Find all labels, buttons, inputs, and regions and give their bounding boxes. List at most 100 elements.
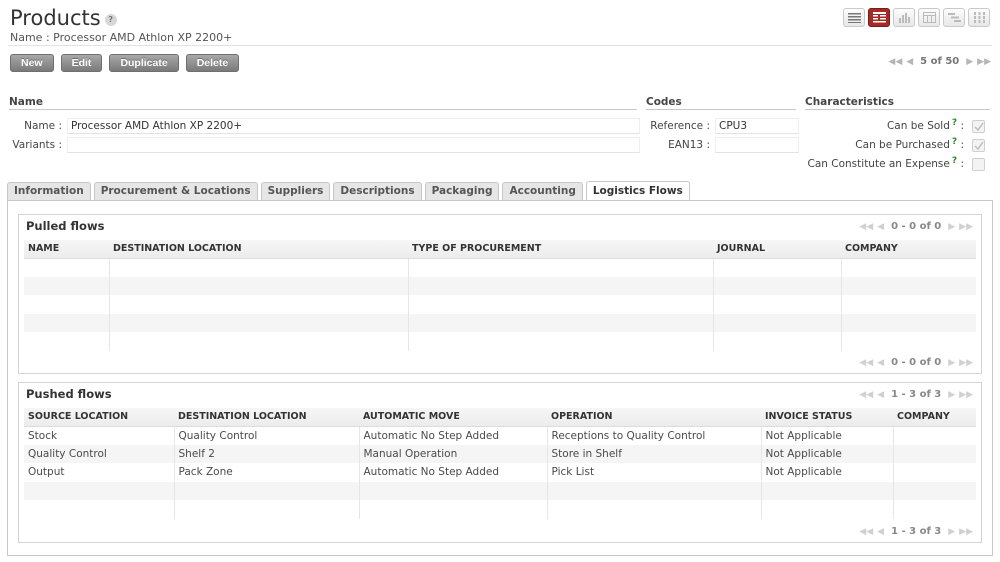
can-be-sold-checkbox[interactable]	[972, 120, 985, 133]
name-field[interactable]: Processor AMD Athlon XP 2200+	[67, 118, 640, 134]
list-icon[interactable]	[843, 8, 865, 27]
table-cell: Pick List	[547, 463, 762, 482]
table-cell: Quality Control	[24, 444, 175, 463]
can-be-purchased-label: Can be Purchased? :	[780, 137, 964, 151]
next-page-icon[interactable]: ▶	[966, 57, 973, 67]
kanban-icon[interactable]	[968, 8, 990, 27]
table-header-row: SOURCE LOCATION DESTINATION LOCATION AUT…	[24, 408, 976, 427]
pulled-pager-value: 0 - 0 of 0	[891, 221, 942, 232]
reference-field[interactable]: CPU3	[715, 118, 799, 134]
table-cell: Shelf 2	[174, 444, 360, 463]
next-page-icon[interactable]: ▶	[948, 390, 955, 400]
column-header[interactable]: AUTOMATIC MOVE	[359, 408, 547, 427]
help-mark-icon[interactable]: ?	[952, 118, 957, 128]
first-page-icon[interactable]: ◀◀	[859, 222, 873, 232]
prev-page-icon[interactable]: ◀	[877, 222, 884, 232]
next-page-icon[interactable]: ▶	[948, 527, 955, 537]
can-constitute-expense-label: Can Constitute an Expense? :	[780, 156, 964, 170]
pulled-pager-value: 0 - 0 of 0	[891, 357, 942, 368]
table-cell: Output	[24, 463, 175, 482]
can-constitute-expense-checkbox[interactable]	[972, 158, 985, 171]
column-header[interactable]: NAME	[24, 240, 109, 259]
table-cell: Not Applicable	[761, 444, 894, 463]
calendar-icon[interactable]	[918, 8, 940, 27]
help-mark-icon[interactable]: ?	[952, 137, 957, 147]
column-header[interactable]: COMPANY	[841, 240, 976, 259]
last-page-icon[interactable]: ▶▶	[959, 390, 973, 400]
page-title: Products	[10, 6, 101, 30]
tab-logistics-flows[interactable]: Logistics Flows	[585, 181, 690, 200]
table-cell: Manual Operation	[359, 444, 548, 463]
empty-row	[24, 332, 976, 351]
form-icon[interactable]	[868, 8, 890, 27]
column-header[interactable]: TYPE OF PROCUREMENT	[408, 240, 713, 259]
pushed-pager-top: ◀◀ ◀ 1 - 3 of 3 ▶ ▶▶	[859, 389, 973, 400]
graph-icon[interactable]	[893, 8, 915, 27]
table-cell	[893, 463, 976, 482]
header-divider	[8, 45, 992, 46]
column-header[interactable]: COMPANY	[893, 408, 976, 427]
prev-page-icon[interactable]: ◀	[877, 390, 884, 400]
tab-information[interactable]: Information	[7, 182, 91, 200]
gantt-icon[interactable]	[943, 8, 965, 27]
first-page-icon[interactable]: ◀◀	[859, 527, 873, 537]
column-header[interactable]: INVOICE STATUS	[761, 408, 893, 427]
duplicate-button[interactable]: Duplicate	[109, 54, 179, 72]
pulled-pager-bottom: ◀◀ ◀ 0 - 0 of 0 ▶ ▶▶	[859, 357, 973, 368]
record-pager-value: 5 of 50	[920, 56, 960, 67]
table-row[interactable]: Output Pack Zone Automatic No Step Added…	[24, 463, 976, 482]
column-header[interactable]: DESTINATION LOCATION	[109, 240, 408, 259]
last-page-icon[interactable]: ▶▶	[959, 222, 973, 232]
can-be-purchased-text: Can be Purchased	[855, 139, 950, 151]
tab-suppliers[interactable]: Suppliers	[260, 182, 331, 200]
pushed-flows-title: Pushed flows	[26, 387, 112, 401]
prev-page-icon[interactable]: ◀	[877, 527, 884, 537]
reference-label: Reference :	[650, 120, 710, 132]
next-page-icon[interactable]: ▶	[948, 358, 955, 368]
section-codes-header: Codes	[646, 96, 796, 110]
label-colon: :	[960, 158, 964, 170]
new-button[interactable]: New	[10, 54, 54, 72]
section-name-header: Name	[9, 96, 637, 110]
table-cell: Pack Zone	[174, 463, 360, 482]
variants-field[interactable]	[67, 137, 640, 153]
column-header[interactable]: OPERATION	[547, 408, 761, 427]
last-page-icon[interactable]: ▶▶	[977, 57, 991, 67]
help-mark-icon[interactable]: ?	[952, 156, 957, 166]
table-cell	[893, 426, 976, 445]
table-row[interactable]: Stock Quality Control Automatic No Step …	[24, 426, 976, 445]
column-header[interactable]: SOURCE LOCATION	[24, 408, 174, 427]
can-be-purchased-checkbox[interactable]	[972, 139, 985, 152]
prev-page-icon[interactable]: ◀	[877, 358, 884, 368]
table-cell: Not Applicable	[761, 463, 894, 482]
edit-button[interactable]: Edit	[60, 54, 103, 72]
table-row[interactable]: Quality Control Shelf 2 Manual Operation…	[24, 444, 976, 463]
tab-accounting[interactable]: Accounting	[502, 182, 583, 200]
tab-packaging[interactable]: Packaging	[424, 182, 500, 200]
pushed-flows-grid: Pushed flows ◀◀ ◀ 1 - 3 of 3 ▶ ▶▶ SOURCE…	[18, 382, 982, 543]
table-header-row: NAME DESTINATION LOCATION TYPE OF PROCUR…	[24, 240, 976, 259]
column-header[interactable]: DESTINATION LOCATION	[174, 408, 359, 427]
last-page-icon[interactable]: ▶▶	[959, 358, 973, 368]
last-page-icon[interactable]: ▶▶	[959, 527, 973, 537]
view-switcher	[843, 8, 990, 27]
tab-descriptions[interactable]: Descriptions	[333, 182, 422, 200]
breadcrumb: Name : Processor AMD Athlon XP 2200+	[10, 31, 233, 44]
delete-button[interactable]: Delete	[185, 54, 240, 72]
table-cell: Receptions to Quality Control	[547, 426, 762, 445]
empty-row	[24, 500, 976, 519]
table-cell: Not Applicable	[761, 426, 894, 445]
first-page-icon[interactable]: ◀◀	[859, 358, 873, 368]
record-pager: ◀◀ ◀ 5 of 50 ▶ ▶▶	[888, 56, 991, 67]
column-header[interactable]: JOURNAL	[713, 240, 841, 259]
next-page-icon[interactable]: ▶	[948, 222, 955, 232]
tab-procurement-locations[interactable]: Procurement & Locations	[93, 182, 258, 200]
empty-row	[24, 313, 976, 332]
help-icon[interactable]: ?	[104, 14, 117, 26]
label-colon: :	[960, 120, 964, 132]
table-cell: Quality Control	[174, 426, 360, 445]
page-header: Products? Name : Processor AMD Athlon XP…	[10, 6, 990, 46]
first-page-icon[interactable]: ◀◀	[888, 57, 902, 67]
first-page-icon[interactable]: ◀◀	[859, 390, 873, 400]
prev-page-icon[interactable]: ◀	[906, 57, 913, 67]
